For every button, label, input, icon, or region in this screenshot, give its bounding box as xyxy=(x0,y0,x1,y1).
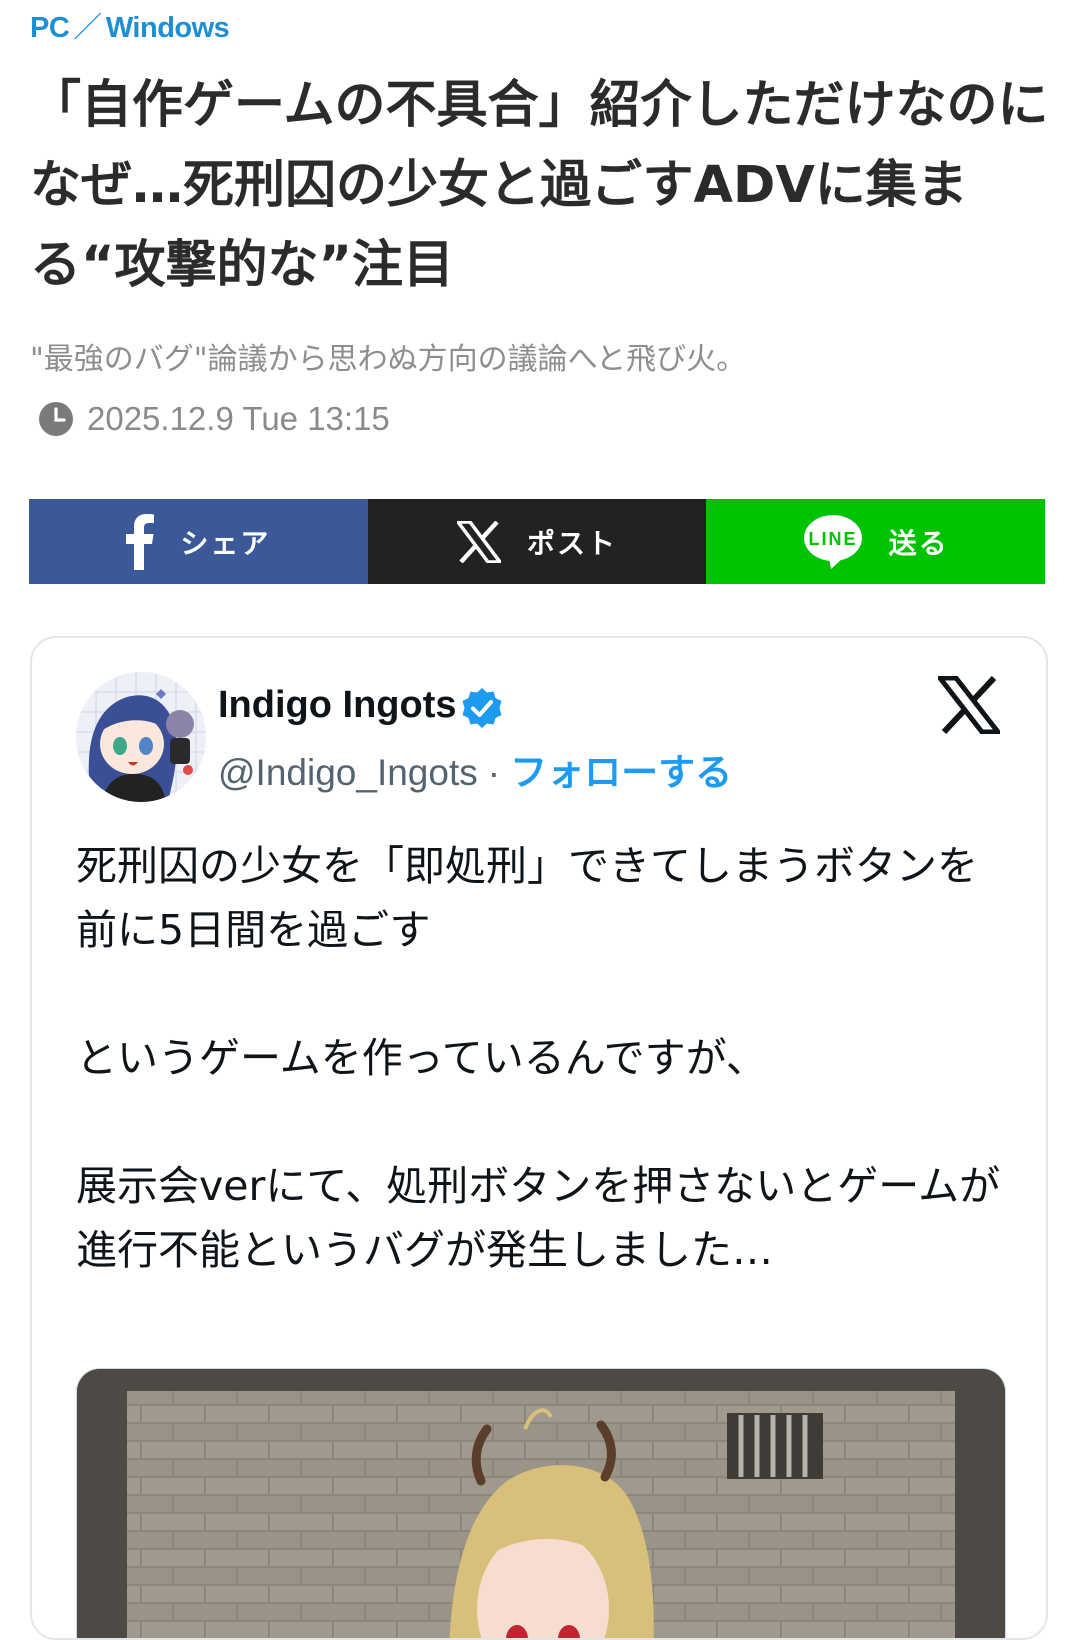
follow-button[interactable]: フォローする xyxy=(510,751,732,794)
line-send-button[interactable]: LINE 送る xyxy=(706,499,1046,584)
x-post-button[interactable]: ポスト xyxy=(367,499,707,584)
avatar[interactable] xyxy=(76,672,206,802)
publish-date-text: 2025.12.9 Tue 13:15 xyxy=(87,400,390,437)
embedded-tweet[interactable]: Indigo Ingots @Indigo_Ingots · フォローする 死刑囚の… xyxy=(30,636,1048,1640)
breadcrumb-subcategory-link[interactable]: Windows xyxy=(106,12,230,44)
line-send-label: 送る xyxy=(888,526,949,560)
facebook-share-label: シェア xyxy=(180,526,271,560)
tweet-body: 死刑囚の少女を「即処刑」できてしまうボタンを前に5日間を過ごす というゲームを作… xyxy=(76,834,1006,1282)
game-screenshot-image xyxy=(77,1369,1005,1638)
article-subtitle: "最強のバグ"論議から思わぬ方向の議論へと飛び火。 xyxy=(30,342,747,377)
tweet-paragraph-1: 死刑囚の少女を「即処刑」できてしまうボタンを前に5日間を過ごす xyxy=(76,842,978,954)
line-icon: LINE xyxy=(803,514,863,570)
tweet-handle-row: @Indigo_Ingots · フォローする xyxy=(218,742,732,796)
share-bar: シェア ポスト LINE 送る xyxy=(29,499,1046,584)
clock-icon xyxy=(39,402,73,436)
x-logo-icon[interactable] xyxy=(938,676,1000,734)
facebook-share-button[interactable]: シェア xyxy=(29,499,368,584)
breadcrumb-category-link[interactable]: PC xyxy=(30,12,70,44)
verified-badge-icon xyxy=(462,688,502,728)
x-icon xyxy=(457,520,501,563)
x-post-label: ポスト xyxy=(527,526,618,560)
tweet-paragraph-3: 展示会verにて、処刑ボタンを押さないとゲームが進行不能というバグが発生しました… xyxy=(76,1162,1001,1274)
tweet-media-image[interactable] xyxy=(76,1368,1006,1638)
tweet-display-name[interactable]: Indigo Ingots xyxy=(218,684,457,727)
article-title: 「自作ゲームの不具合」紹介しただけなのになぜ…死刑囚の少女と過ごすADVに集まる… xyxy=(30,76,1049,295)
facebook-icon xyxy=(126,513,155,570)
tweet-handle[interactable]: @Indigo_Ingots xyxy=(218,752,478,793)
breadcrumb-separator: ／ xyxy=(73,12,102,44)
publish-date: 2025.12.9 Tue 13:15 xyxy=(38,400,390,438)
article-page: PC ／ Windows 「自作ゲームの不具合」紹介しただけなのになぜ…死刑囚の少女… xyxy=(0,0,1080,1640)
tweet-paragraph-2: というゲームを作っているんですが、 xyxy=(76,1034,767,1082)
line-icon-text: LINE xyxy=(808,529,857,549)
handle-separator: · xyxy=(487,752,501,793)
breadcrumb: PC ／ Windows xyxy=(30,4,230,46)
